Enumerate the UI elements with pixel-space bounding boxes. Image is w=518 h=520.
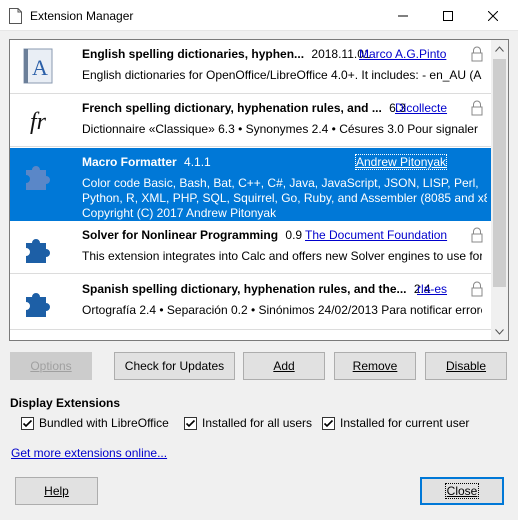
- help-button[interactable]: Help: [15, 477, 98, 505]
- extension-version: 4.1.1: [184, 155, 211, 169]
- maximize-button[interactable]: [425, 0, 471, 31]
- current-user-label: Installed for current user: [340, 416, 470, 430]
- checkbox-box[interactable]: [184, 416, 197, 430]
- disable-button[interactable]: Disable: [425, 352, 507, 380]
- extension-row[interactable]: Solver for Nonlinear Programming 0.9 The…: [10, 221, 492, 274]
- svg-text:A: A: [32, 55, 48, 80]
- options-button[interactable]: Options: [10, 352, 92, 380]
- publisher-link[interactable]: Marco A.G.Pinto: [359, 47, 446, 61]
- minimize-button[interactable]: [380, 0, 426, 31]
- extension-row[interactable]: fr French spelling dictionary, hyphenati…: [10, 94, 492, 147]
- close-icon: [488, 10, 498, 21]
- puzzle-icon: [26, 166, 50, 190]
- window-title: Extension Manager: [30, 9, 134, 23]
- extension-list[interactable]: A English spelling dictionaries, hyphen.…: [9, 39, 509, 341]
- minimize-icon: [398, 15, 408, 16]
- extension-row[interactable]: Spanish spelling dictionary, hyphenation…: [10, 275, 492, 330]
- checkmark-icon: [22, 419, 33, 427]
- extension-row-partial[interactable]: [10, 331, 492, 340]
- checkbox-box[interactable]: [322, 416, 335, 430]
- chevron-up-icon: [495, 45, 504, 52]
- dictionary-a-icon: A: [23, 48, 53, 84]
- puzzle-icon: [26, 239, 50, 263]
- lock-icon: [471, 227, 483, 243]
- remove-label: Remove: [352, 359, 398, 373]
- all-users-checkbox[interactable]: Installed for all users: [184, 416, 312, 430]
- lock-icon: [471, 100, 483, 116]
- fr-icon: fr: [30, 109, 47, 135]
- close-button[interactable]: Close: [420, 477, 504, 505]
- bundled-label: Bundled with LibreOffice: [39, 416, 169, 430]
- lock-icon: [471, 46, 483, 62]
- list-scrollbar[interactable]: [491, 40, 508, 340]
- get-more-extensions-link[interactable]: Get more extensions online...: [11, 446, 167, 460]
- extension-description-line: Python, R, XML, PHP, SQL, Squirrel, Go, …: [82, 191, 487, 205]
- close-label: Close: [444, 483, 480, 499]
- check-updates-button[interactable]: Check for Updates: [114, 352, 235, 380]
- lock-icon: [471, 281, 483, 297]
- disable-label: Disable: [445, 359, 487, 373]
- scroll-down-button[interactable]: [491, 323, 508, 340]
- partial-row-content: [82, 331, 462, 334]
- current-user-checkbox[interactable]: Installed for current user: [322, 416, 469, 430]
- help-label: Help: [44, 484, 69, 498]
- close-window-button[interactable]: [470, 0, 516, 31]
- extension-version: 0.9: [285, 228, 303, 242]
- add-label: Add: [273, 359, 295, 373]
- extension-name: English spelling dictionaries, hyphen...: [82, 47, 305, 61]
- puzzle-icon: [26, 293, 50, 317]
- publisher-link[interactable]: Dicollecte: [395, 101, 447, 115]
- extension-description-line: Color code Basic, Bash, Bat, C++, C#, Ja…: [82, 176, 479, 190]
- checkmark-icon: [185, 419, 196, 427]
- publisher-link[interactable]: The Document Foundation: [305, 228, 447, 242]
- publisher-link[interactable]: Andrew Pitonyak: [354, 154, 448, 170]
- options-label: Options: [30, 359, 72, 373]
- publisher-link[interactable]: rla-es: [417, 282, 447, 296]
- scroll-up-button[interactable]: [491, 40, 508, 57]
- extension-description: Dictionnaire «Classique» 6.3 • Synonymes…: [82, 122, 482, 136]
- extension-description: English dictionaries for OpenOffice/Libr…: [82, 68, 482, 82]
- check-updates-label: Check for Updates: [124, 359, 225, 373]
- display-extensions-label: Display Extensions: [10, 396, 121, 410]
- svg-text:fr: fr: [30, 109, 47, 135]
- extension-description: Ortografía 2.4 • Separación 0.2 • Sinóni…: [82, 303, 482, 317]
- extension-row[interactable]: A English spelling dictionaries, hyphen.…: [10, 40, 492, 94]
- document-icon: [9, 8, 22, 24]
- remove-button[interactable]: Remove: [334, 352, 416, 380]
- chevron-down-icon: [495, 328, 504, 335]
- extension-name: French spelling dictionary, hyphenation …: [82, 101, 382, 115]
- checkbox-box[interactable]: [21, 416, 34, 430]
- extension-description: This extension integrates into Calc and …: [82, 249, 482, 263]
- maximize-icon: [443, 10, 453, 21]
- title-bar: Extension Manager: [0, 0, 518, 31]
- scroll-thumb[interactable]: [493, 59, 506, 287]
- checkmark-icon: [323, 419, 334, 427]
- extension-description-line: Copyright (C) 2017 Andrew Pitonyak: [82, 206, 277, 220]
- extension-name: Spanish spelling dictionary, hyphenation…: [82, 282, 407, 296]
- extension-name: Macro Formatter: [82, 155, 177, 169]
- extension-row-selected[interactable]: Macro Formatter 4.1.1 Andrew Pitonyak Co…: [10, 148, 492, 221]
- all-users-label: Installed for all users: [202, 416, 313, 430]
- extension-name: Solver for Nonlinear Programming: [82, 228, 279, 242]
- add-button[interactable]: Add: [243, 352, 325, 380]
- bundled-checkbox[interactable]: Bundled with LibreOffice: [21, 416, 169, 430]
